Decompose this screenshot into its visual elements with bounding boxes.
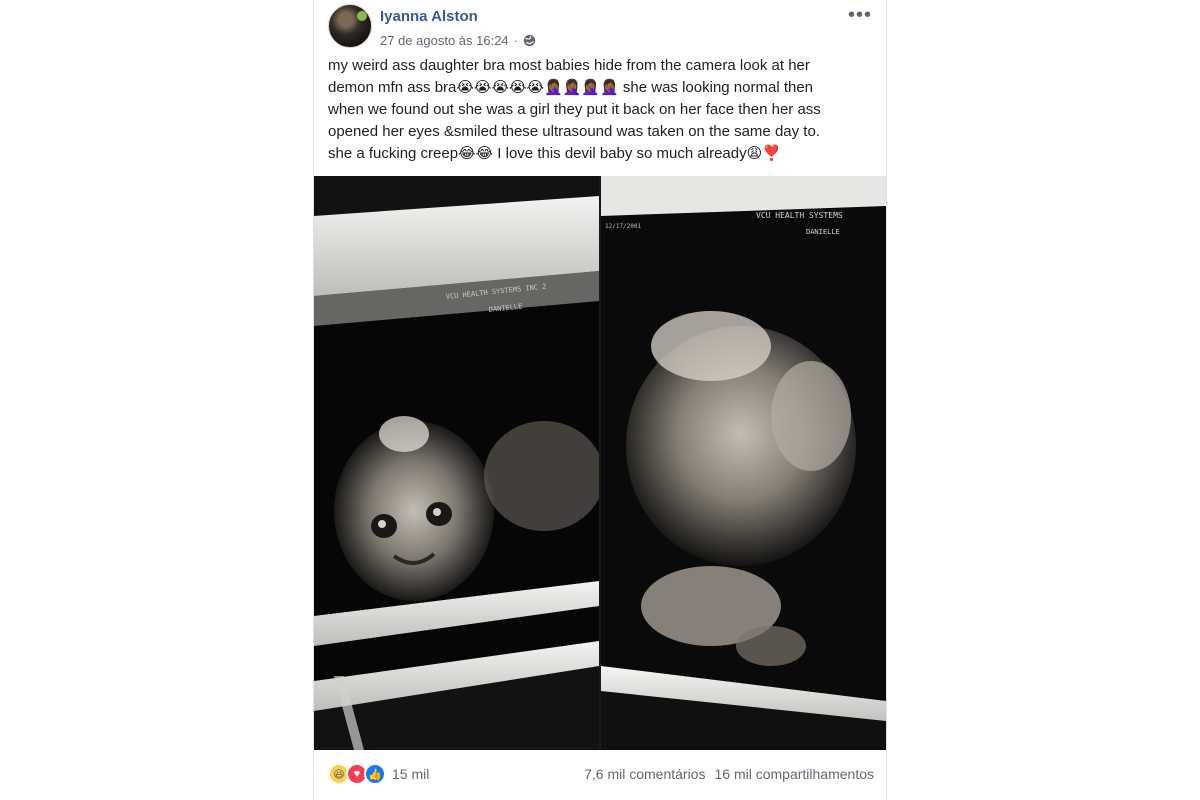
post-header: Iyanna Alston 27 de agosto às 16:24 · ••… [328,4,874,52]
post-text-line: she a fucking creep😂😂 I love this devil … [328,145,781,162]
author-name[interactable]: Iyanna Alston [380,8,478,25]
comments-count[interactable]: 7,6 mil comentários [584,766,705,782]
post-meta: 27 de agosto às 16:24 · [380,33,536,48]
ultrasound-photo-right[interactable]: VCU HEALTH SYSTEMS DANIELLE 12/17/2001 [601,176,886,750]
ultrasound-label-right: VCU HEALTH SYSTEMS [756,211,843,220]
more-options-icon[interactable]: ••• [848,5,872,25]
globe-icon[interactable] [523,34,536,47]
post-text-line: when we found out she was a girl they pu… [328,101,821,118]
ultrasound-photo-left[interactable]: VCU HEALTH SYSTEMS INC 2 DANIELLE [314,176,599,750]
post-timestamp[interactable]: 27 de agosto às 16:24 [380,33,509,48]
post-stats: 7,6 mil comentários 16 mil compartilhame… [584,766,874,782]
ultrasound-left-image: VCU HEALTH SYSTEMS INC 2 DANIELLE [314,176,599,750]
like-reaction-icon: 👍 [364,763,386,785]
meta-separator: · [513,33,519,48]
shares-count[interactable]: 16 mil compartilhamentos [714,766,874,782]
avatar[interactable] [328,4,372,48]
ultrasound-date-right: 12/17/2001 [605,223,642,230]
ultrasound-right-image: VCU HEALTH SYSTEMS DANIELLE 12/17/2001 [601,176,886,750]
post-text-line: opened her eyes &smiled these ultrasound… [328,123,820,140]
post-text: my weird ass daughter bra most babies hi… [328,55,874,165]
post-footer: 😆 ♥ 👍 15 mil 7,6 mil comentários 16 mil … [328,758,874,788]
post-text-line: demon mfn ass bra😭😭😭😭😭🤦🏾‍♀️🤦🏾‍♀️🤦🏾‍♀️🤦🏾‍… [328,79,814,96]
reactions-summary[interactable]: 😆 ♥ 👍 15 mil [328,763,429,785]
ultrasound-name-right: DANIELLE [806,228,840,236]
reaction-count[interactable]: 15 mil [392,766,429,782]
photo-grid: VCU HEALTH SYSTEMS INC 2 DANIELLE VCU HE… [314,176,886,750]
facebook-post: Iyanna Alston 27 de agosto às 16:24 · ••… [313,0,887,800]
post-text-line: my weird ass daughter bra most babies hi… [328,57,810,74]
